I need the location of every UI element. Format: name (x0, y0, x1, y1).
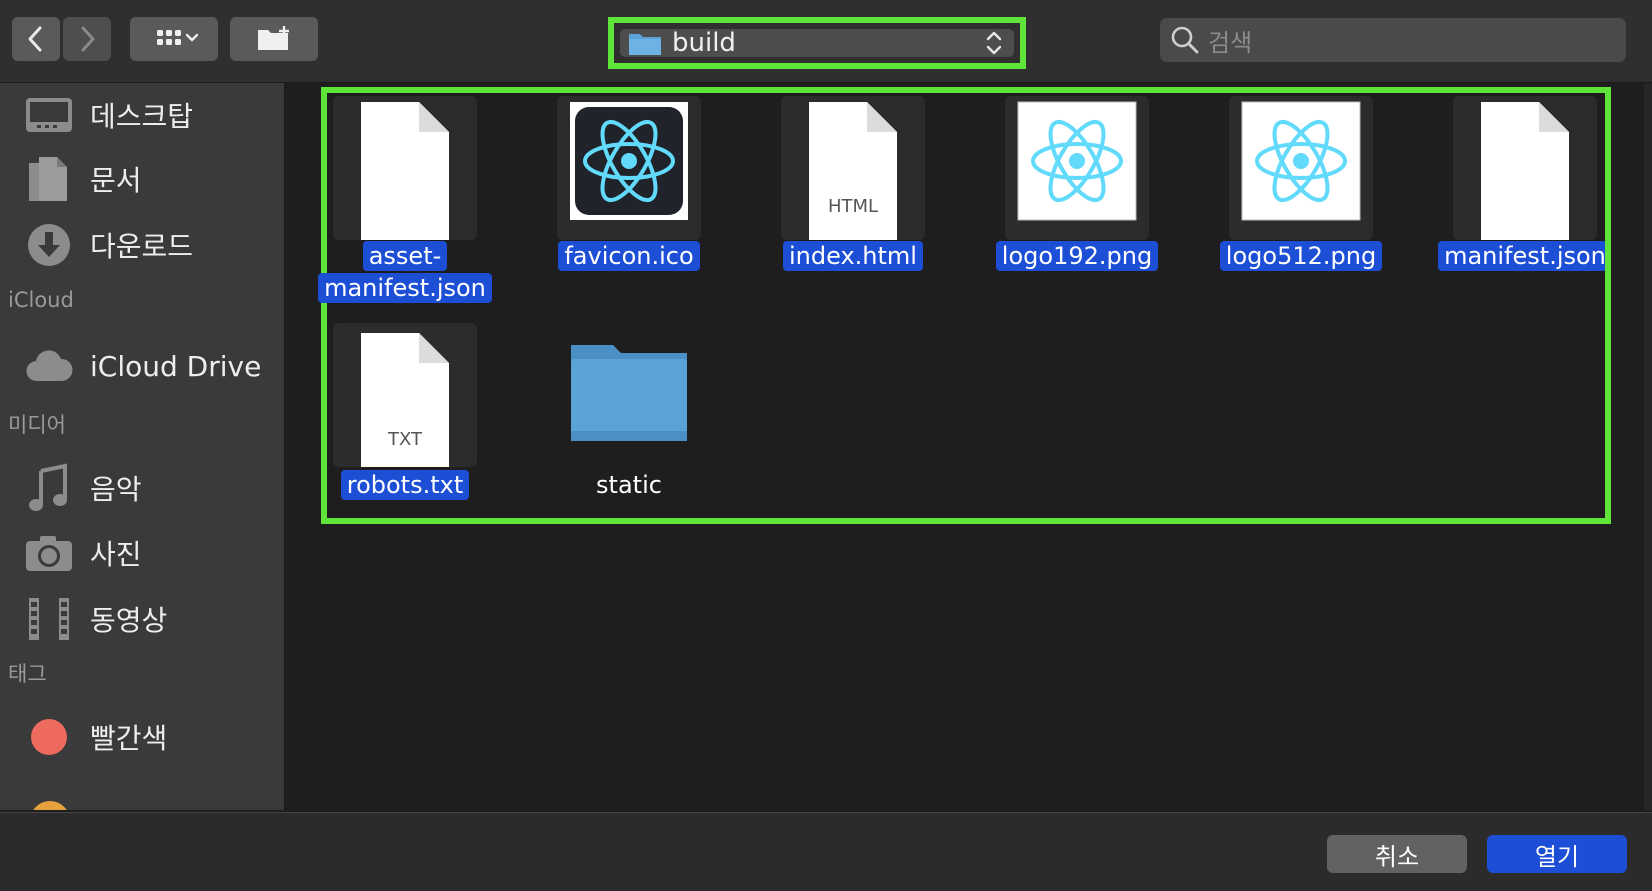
open-button[interactable]: 열기 (1487, 835, 1627, 873)
search-icon (1171, 26, 1199, 54)
location-label: build (672, 28, 736, 58)
file-item-manifest[interactable]: manifest.json (1413, 96, 1605, 276)
sidebar-item-movies[interactable]: 동영상 (0, 589, 284, 649)
downloads-icon (24, 220, 74, 270)
documents-icon (24, 154, 74, 204)
toolbar: build 검색 (0, 0, 1652, 83)
section-header-tags: 태그 (8, 662, 47, 686)
file-name: static (596, 471, 662, 499)
sidebar: 데스크탑 문서 다운로드 iCloud iCloud Drive 미디어 음악 … (0, 83, 285, 810)
search-field[interactable]: 검색 (1160, 18, 1626, 62)
file-item-static-folder[interactable]: static (517, 323, 741, 503)
sidebar-item-label: 음악 (90, 473, 142, 506)
sidebar-item-tag-red[interactable]: 빨간색 (0, 707, 284, 767)
back-button[interactable] (12, 17, 60, 61)
forward-button[interactable] (63, 17, 111, 61)
location-popup-highlight: build (608, 17, 1026, 69)
file-thumbnail (1453, 96, 1597, 240)
file-thumbnail (1229, 96, 1373, 240)
document-icon (809, 102, 897, 240)
film-icon (24, 594, 74, 644)
file-thumbnail (333, 96, 477, 240)
file-name: robots.txt (293, 469, 517, 501)
new-folder-button[interactable] (230, 17, 318, 61)
sidebar-item-label: 문서 (90, 164, 142, 197)
file-thumbnail (557, 323, 701, 467)
scrollbar[interactable] (1644, 83, 1652, 810)
music-note-icon (24, 463, 74, 513)
file-item-logo512[interactable]: logo512.png (1189, 96, 1413, 276)
section-header-icloud: iCloud (8, 288, 74, 312)
sidebar-item-icloud-drive[interactable]: iCloud Drive (0, 336, 284, 396)
sidebar-item-music[interactable]: 음악 (0, 458, 284, 518)
sidebar-item-photos[interactable]: 사진 (0, 523, 284, 583)
file-name: index.html (741, 240, 965, 272)
sidebar-item-desktop[interactable]: 데스크탑 (0, 85, 284, 145)
chevron-left-icon (28, 26, 42, 52)
search-placeholder: 검색 (1208, 28, 1253, 57)
cancel-button[interactable]: 취소 (1327, 835, 1467, 873)
camera-icon (24, 528, 74, 578)
sidebar-item-label: 동영상 (90, 604, 168, 637)
file-name: asset-manifest.json (293, 240, 517, 304)
file-type-label: TXT (387, 429, 422, 450)
cloud-icon (24, 341, 74, 391)
file-item-asset-manifest[interactable]: asset-manifest.json (293, 96, 517, 306)
file-item-logo192[interactable]: logo192.png (965, 96, 1189, 276)
folder-icon (629, 34, 661, 55)
file-thumbnail: HTML (781, 96, 925, 240)
file-thumbnail: TXT (333, 323, 477, 467)
sidebar-item-label: 사진 (90, 538, 142, 571)
up-down-chevron-icon (986, 31, 1002, 55)
view-options-button[interactable] (130, 17, 218, 61)
react-logo-icon (1241, 101, 1361, 221)
file-thumbnail (557, 96, 701, 240)
file-name: manifest.json (1413, 240, 1605, 272)
folder-icon (571, 345, 687, 441)
new-folder-icon (258, 26, 289, 50)
react-logo-icon (570, 102, 688, 220)
file-type-label: HTML (827, 196, 879, 217)
sidebar-item-label: 빨간색 (90, 722, 168, 755)
file-item-index-html[interactable]: HTML index.html (741, 96, 965, 276)
sidebar-item-label: 다운로드 (90, 230, 194, 263)
red-tag-icon (24, 712, 74, 762)
location-popup[interactable]: build (620, 28, 1014, 58)
file-item-robots-txt[interactable]: TXT robots.txt (293, 323, 517, 503)
react-logo-icon (1017, 101, 1137, 221)
sidebar-item-documents[interactable]: 문서 (0, 149, 284, 209)
section-header-media: 미디어 (8, 413, 66, 437)
orange-tag-icon (30, 801, 70, 810)
document-icon (361, 102, 449, 240)
file-name: logo192.png (965, 240, 1189, 272)
file-name: favicon.ico (517, 240, 741, 272)
document-icon (1481, 102, 1569, 240)
file-name: logo512.png (1189, 240, 1413, 272)
grid-view-icon (157, 30, 199, 45)
file-thumbnail (1005, 96, 1149, 240)
desktop-icon (24, 90, 74, 140)
chevron-right-icon (81, 26, 95, 52)
sidebar-item-downloads[interactable]: 다운로드 (0, 215, 284, 275)
file-item-favicon[interactable]: favicon.ico (517, 96, 741, 276)
sidebar-item-label: iCloud Drive (90, 349, 262, 383)
sidebar-item-label: 데스크탑 (90, 100, 194, 133)
